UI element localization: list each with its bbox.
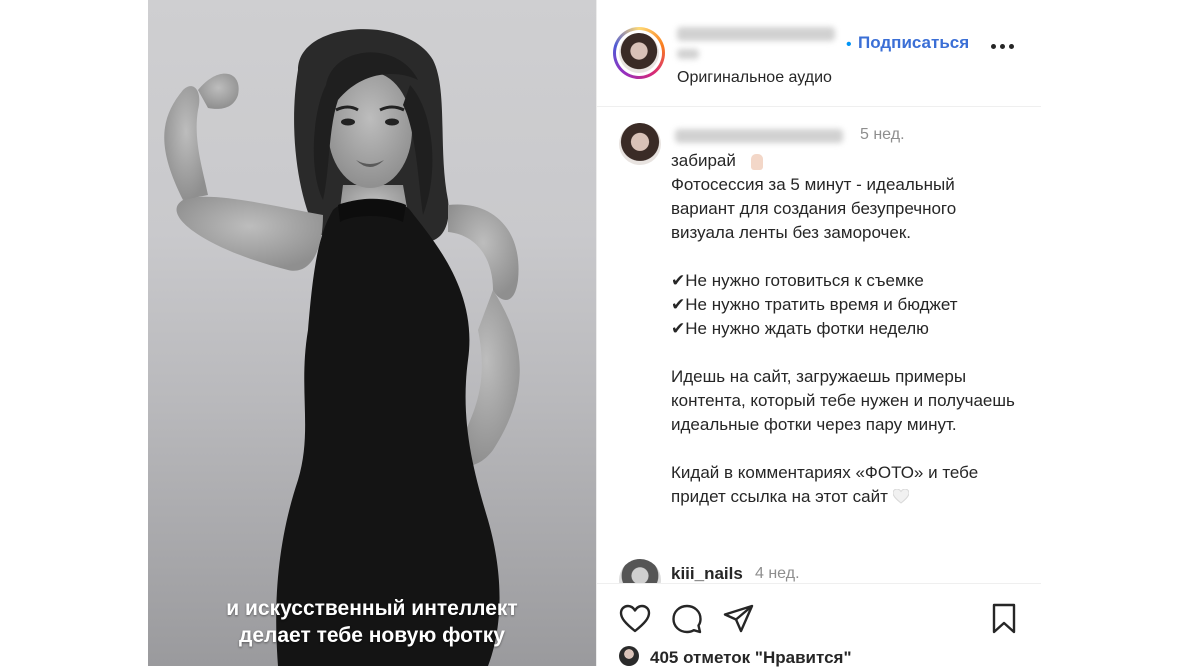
reel-video[interactable]: и искусственный интеллект делает тебе но… [148, 0, 596, 666]
page-background-left [0, 0, 148, 666]
heart-icon[interactable] [619, 604, 651, 634]
original-audio-link[interactable]: Оригинальное аудио [677, 69, 832, 87]
author-username-blurred[interactable] [677, 27, 835, 41]
comment-time: 4 нед. [755, 565, 800, 582]
video-caption-line-2: делает тебе новую фотку [239, 624, 505, 647]
post-caption-text: забирай Фотосессия за 5 минут - идеальны… [671, 151, 1015, 506]
commenter-username[interactable]: kiii_nails [671, 564, 743, 583]
post-author-avatar[interactable] [619, 123, 661, 165]
page-background-right [1040, 0, 1184, 666]
bookmark-icon[interactable] [991, 603, 1017, 635]
comment-icon[interactable] [671, 603, 703, 635]
post-header: • Подписаться Оригинальное аудио [597, 0, 1041, 107]
likes-count[interactable]: 405 отметок "Нравится" [650, 648, 852, 668]
pointing-down-emoji-icon [751, 154, 763, 170]
liker-avatar[interactable] [619, 646, 639, 666]
author-username-blurred-line-2 [677, 49, 699, 59]
video-caption-line-1: и искусственный интеллект [226, 597, 518, 620]
comments-section[interactable]: 5 нед. забирай Фотосессия за 5 минут - и… [597, 107, 1041, 583]
share-icon[interactable] [723, 604, 755, 634]
more-icon[interactable] [989, 41, 1017, 51]
post-author-username-blurred[interactable] [675, 129, 843, 143]
separator-dot: • [846, 36, 852, 53]
post-time: 5 нед. [860, 126, 905, 143]
post-actions-bar: 405 отметок "Нравится" [597, 583, 1041, 667]
follow-button[interactable]: Подписаться [858, 33, 969, 53]
commenter-avatar[interactable] [619, 559, 661, 583]
white-heart-emoji-icon [892, 487, 910, 504]
post-side-panel: • Подписаться Оригинальное аудио 5 нед. … [596, 0, 1041, 667]
model-photo [164, 29, 520, 666]
post-caption: забирай Фотосессия за 5 минут - идеальны… [671, 149, 1021, 509]
author-avatar-image [619, 33, 659, 73]
author-avatar[interactable] [613, 27, 665, 79]
